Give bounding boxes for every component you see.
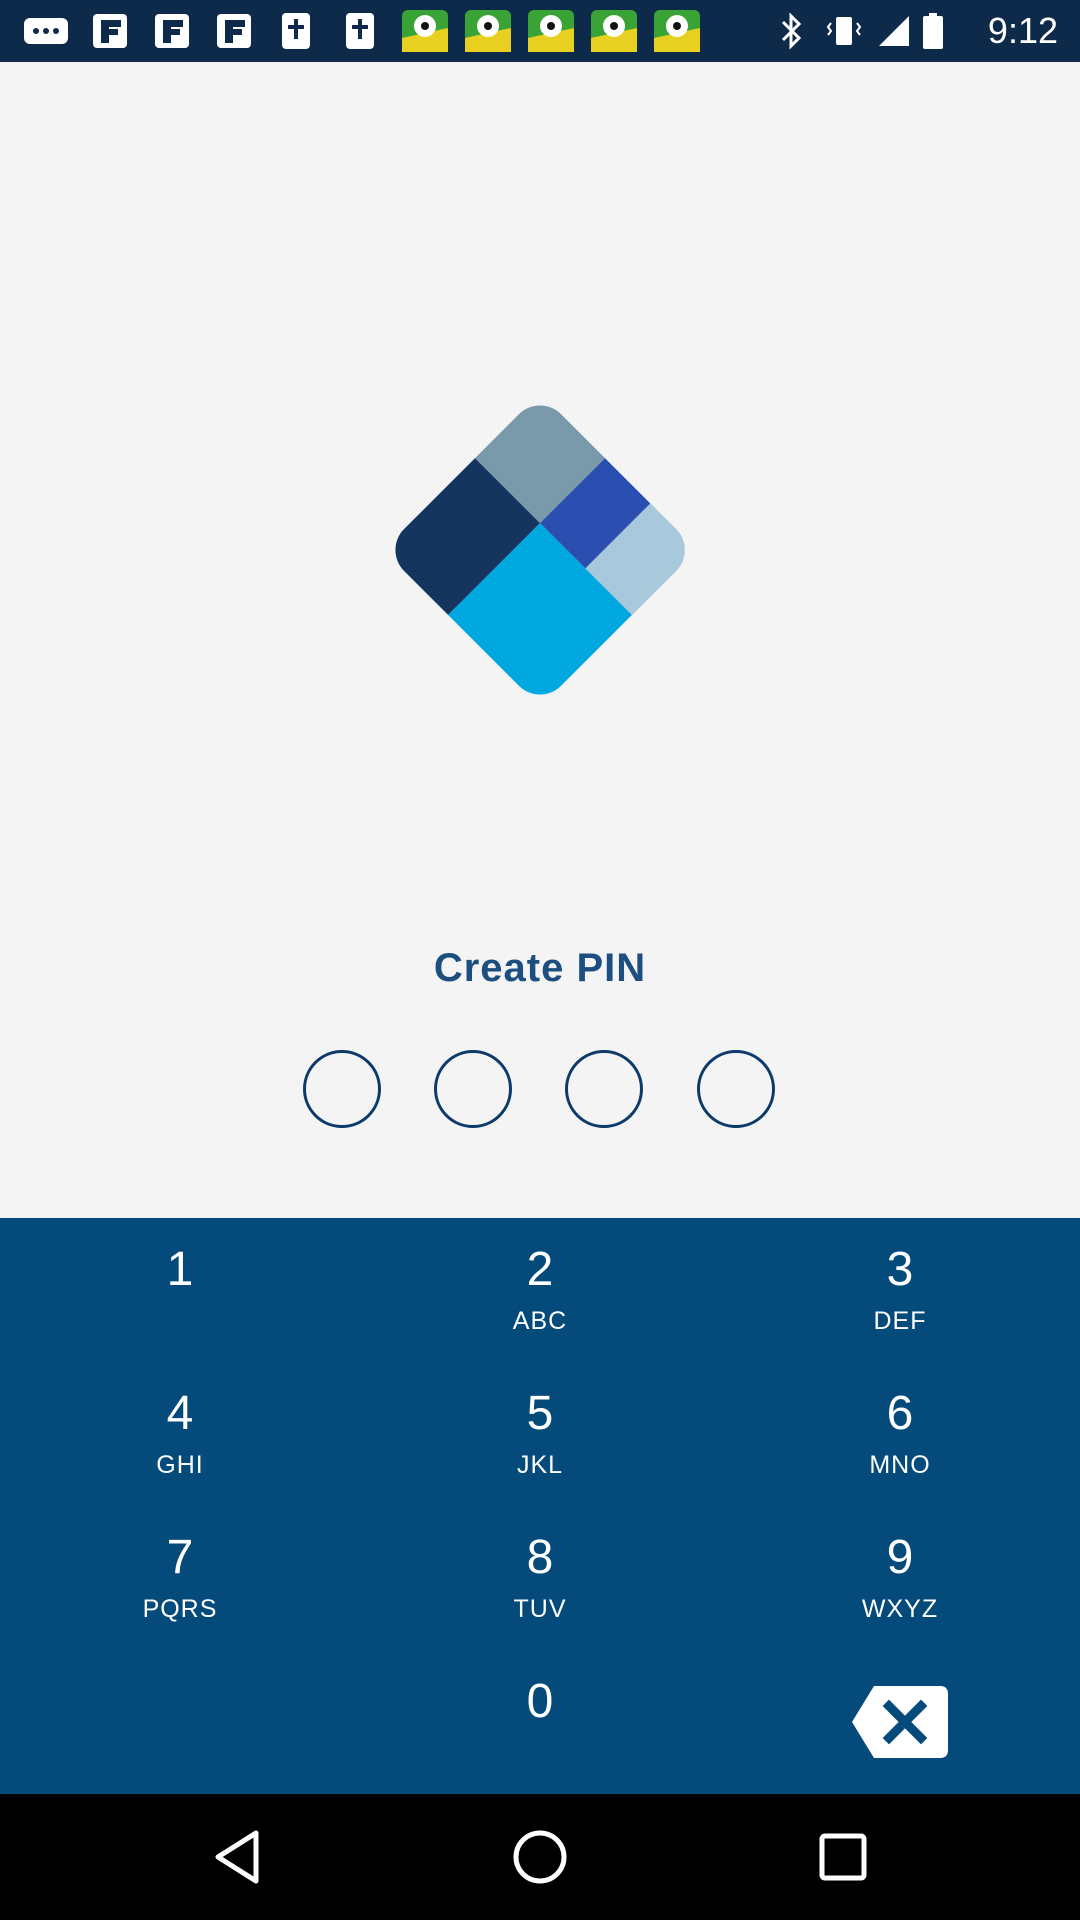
battery-icon: [920, 10, 946, 52]
key-6[interactable]: 6 MNO: [720, 1362, 1080, 1506]
bluetooth-icon: [776, 10, 806, 52]
pin-dot: [303, 1050, 381, 1128]
key-3[interactable]: 3 DEF: [720, 1218, 1080, 1362]
signal-icon: [876, 10, 912, 52]
app-logo-graphic: [383, 393, 697, 707]
home-icon: [513, 1830, 567, 1884]
key-letters: TUV: [513, 1595, 567, 1623]
key-5[interactable]: 5 JKL: [360, 1362, 720, 1506]
key-8[interactable]: 8 TUV: [360, 1506, 720, 1650]
pin-dot: [434, 1050, 512, 1128]
soccer-game-icon: [528, 10, 574, 52]
key-number: 2: [526, 1243, 554, 1296]
key-letters: PQRS: [142, 1595, 218, 1623]
soccer-game-icon: [402, 10, 448, 52]
backspace-icon: [852, 1686, 948, 1758]
key-number: 3: [886, 1243, 914, 1296]
key-number: 6: [886, 1387, 914, 1440]
key-number: 0: [526, 1675, 554, 1728]
soccer-game-icon: [591, 10, 637, 52]
key-9[interactable]: 9 WXYZ: [720, 1506, 1080, 1650]
key-4[interactable]: 4 GHI: [0, 1362, 360, 1506]
key-letters: ABC: [512, 1307, 568, 1335]
pin-dot: [565, 1050, 643, 1128]
soccer-game-icon: [654, 10, 700, 52]
flipboard-icon: [216, 10, 252, 52]
key-0[interactable]: 0: [360, 1650, 720, 1794]
status-bar: 9:12: [0, 0, 1080, 62]
backspace-button[interactable]: [852, 1686, 948, 1758]
more-notifications-icon: [22, 10, 70, 52]
key-1[interactable]: 1: [0, 1218, 360, 1362]
key-number: 8: [526, 1531, 554, 1584]
recents-button[interactable]: [808, 1822, 878, 1892]
navigation-bar: [0, 1794, 1080, 1920]
recents-icon: [819, 1833, 867, 1881]
key-letters: GHI: [156, 1451, 204, 1479]
key-number: 9: [886, 1531, 914, 1584]
status-clock: 9:12: [987, 10, 1058, 51]
main-content: Create PIN: [0, 62, 1080, 1218]
soccer-game-icon: [465, 10, 511, 52]
back-icon: [215, 1830, 259, 1884]
page-title: Create PIN: [433, 946, 647, 990]
pin-keypad: 1 2 ABC 3 DEF 4 GHI 5 JKL 6 MNO 7 PQRS 8…: [0, 1218, 1080, 1794]
bible-icon: [344, 10, 376, 52]
pin-dot: [697, 1050, 775, 1128]
vibrate-icon: [826, 10, 862, 52]
key-number: 1: [166, 1243, 194, 1296]
key-letters: JKL: [516, 1451, 564, 1479]
back-button[interactable]: [202, 1822, 272, 1892]
key-letters: WXYZ: [861, 1595, 939, 1623]
key-7[interactable]: 7 PQRS: [0, 1506, 360, 1650]
flipboard-icon: [154, 10, 190, 52]
key-2[interactable]: 2 ABC: [360, 1218, 720, 1362]
home-button[interactable]: [505, 1822, 575, 1892]
key-letters: MNO: [869, 1451, 931, 1479]
key-letters: DEF: [873, 1307, 927, 1335]
key-number: 4: [166, 1387, 194, 1440]
flipboard-icon: [92, 10, 128, 52]
app-logo: [380, 390, 700, 715]
bible-icon: [280, 10, 312, 52]
key-number: 7: [166, 1531, 194, 1584]
key-number: 5: [526, 1387, 554, 1440]
